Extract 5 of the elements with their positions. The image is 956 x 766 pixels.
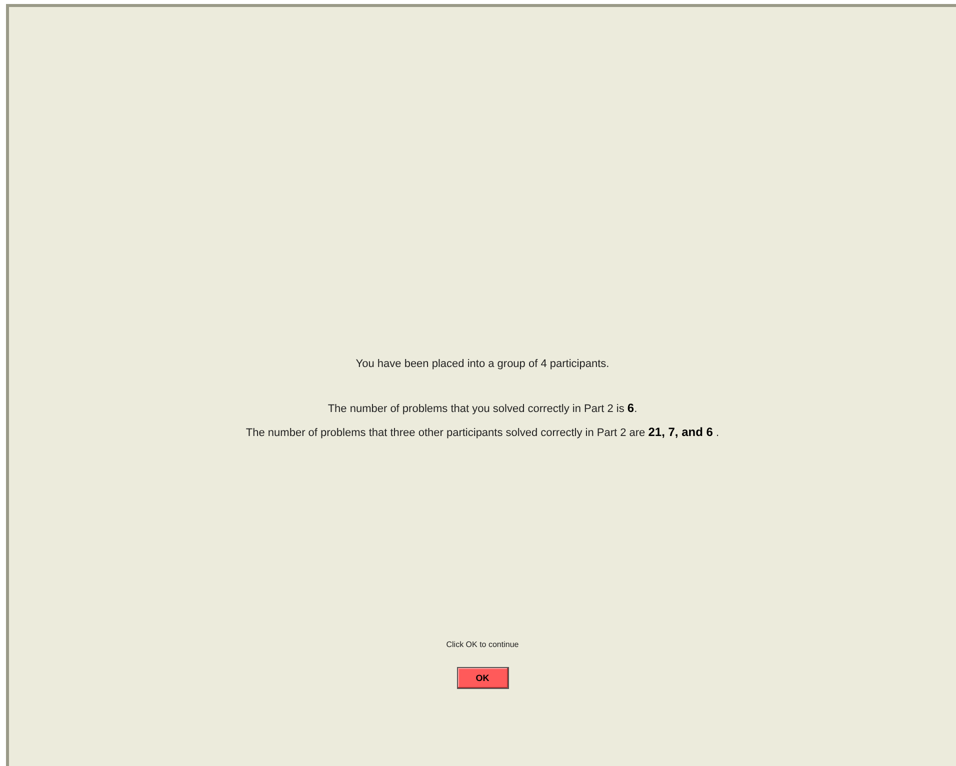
result-text: The number of problems that three other participants solved correctly in Part 2 are 21, 7, and 6 . <box>246 425 720 440</box>
ok-button[interactable]: OK <box>456 667 508 689</box>
instruction-text: Click OK to continue <box>446 640 519 649</box>
result-text: The number of problems that you solved correctly in Part 2 is 6. <box>328 401 638 416</box>
group-message: You have been placed into a group of 4 participants. <box>356 357 610 371</box>
